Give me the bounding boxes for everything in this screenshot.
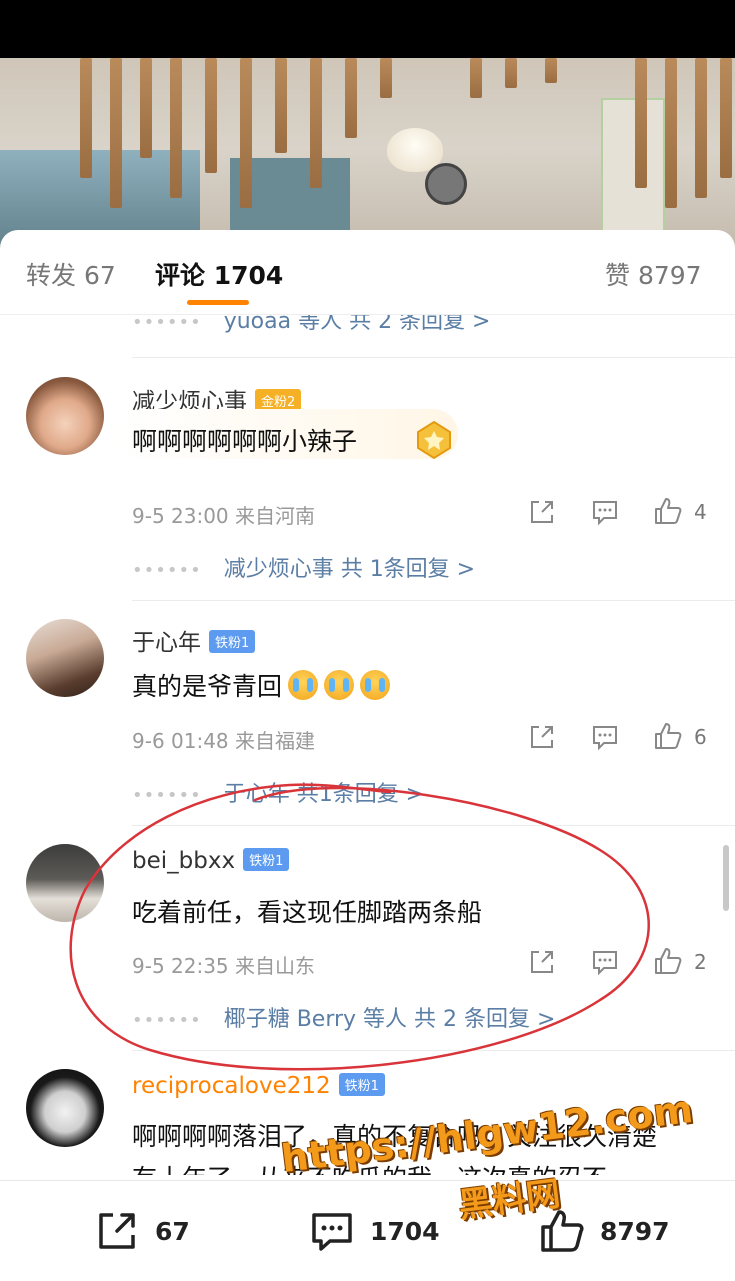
photo-slat [470, 58, 482, 98]
tab-comments[interactable]: 评论 1704 [155, 256, 283, 292]
repost-icon [99, 1213, 135, 1249]
dots-icon: •••••• [132, 1010, 202, 1031]
photo-shelf [601, 98, 665, 252]
like-count: 2 [694, 950, 707, 974]
comment-author[interactable]: 于心年 铁粉1 [132, 623, 256, 657]
crying-emoji-icon [288, 670, 319, 700]
comment-text: 真的是爷青回 [132, 667, 391, 703]
crying-emoji-icon [360, 670, 391, 700]
tab-bar: 转发 67 评论 1704 赞 8797 [0, 230, 735, 315]
like-count: 4 [694, 500, 707, 524]
photo-slat [80, 58, 92, 178]
comment-count: 1704 [370, 1216, 440, 1246]
comment-list: •••••• yuoaa 等人 共 2 条回复 > 减少烦心事 金粉2 啊啊啊啊啊啊… [0, 315, 735, 1175]
comment-meta: 9-5 23:00 来自河南 [132, 504, 316, 528]
divider [132, 825, 735, 826]
gold-medal-icon [417, 420, 451, 460]
comment-author[interactable]: reciprocalove212 铁粉1 [132, 1073, 385, 1099]
avatar[interactable] [26, 619, 104, 697]
reply-summary-link[interactable]: •••••• 椰子糖 Berry 等人 共 2 条回复 > [132, 1001, 555, 1033]
photo-slat [310, 58, 322, 188]
comment-text: 啊啊啊啊啊啊小辣子 [132, 427, 358, 456]
like-count-total: 8797 [600, 1216, 670, 1246]
scrollbar[interactable] [723, 845, 729, 911]
reply-summary-link[interactable]: •••••• yuoaa 等人 共 2 条回复 > [132, 315, 491, 335]
comment-author[interactable]: bei_bbxx 铁粉1 [132, 848, 290, 874]
photo-slat [380, 58, 392, 98]
status-bar [0, 0, 735, 58]
divider [132, 600, 735, 601]
photo-slat [170, 58, 182, 198]
like-icon[interactable] [653, 721, 683, 751]
comment-bubble-icon [312, 1213, 352, 1251]
photo-slat [345, 58, 357, 138]
fan-badge: 铁粉1 [338, 1073, 385, 1096]
share-icon[interactable] [527, 947, 557, 977]
active-tab-indicator [187, 300, 249, 305]
avatar[interactable] [26, 1069, 104, 1147]
comment-meta: 9-5 22:35 来自山东 [132, 954, 316, 978]
reply-summary-link[interactable]: •••••• 于心年 共1条回复 > [132, 776, 424, 808]
photo-slat [275, 58, 287, 153]
photo-slat [110, 58, 122, 208]
avatar[interactable] [26, 377, 104, 455]
comment-icon[interactable] [590, 497, 620, 527]
comment-icon[interactable] [590, 722, 620, 752]
dots-icon: •••••• [132, 315, 202, 333]
repost-count: 67 [155, 1216, 190, 1246]
fan-badge: 铁粉1 [243, 848, 290, 871]
photo-slat [545, 58, 557, 83]
photo-fan [425, 163, 467, 205]
reply-summary-link[interactable]: •••••• 减少烦心事 共 1条回复 > [132, 551, 475, 583]
crying-emoji-icon [324, 670, 355, 700]
divider [132, 357, 735, 358]
comment-meta: 9-6 01:48 来自福建 [132, 729, 316, 753]
comment-icon[interactable] [590, 947, 620, 977]
photo-slat [140, 58, 152, 158]
share-icon[interactable] [527, 497, 557, 527]
like-count: 6 [694, 725, 707, 749]
photo-slat [635, 58, 647, 188]
tab-likes[interactable]: 赞 8797 [605, 256, 702, 292]
post-photo [0, 58, 735, 258]
dots-icon: •••••• [132, 785, 202, 806]
photo-slat [205, 58, 217, 173]
photo-slat [240, 58, 252, 208]
like-icon[interactable] [653, 496, 683, 526]
photo-slat [665, 58, 677, 208]
like-icon[interactable] [653, 946, 683, 976]
comment-text: 吃着前任，看这现任脚踏两条船 [132, 898, 483, 927]
photo-slat [695, 58, 707, 198]
photo-slat [505, 58, 517, 88]
repost-button[interactable]: 67 [93, 1207, 190, 1255]
share-icon[interactable] [527, 722, 557, 752]
dots-icon: •••••• [132, 560, 202, 581]
tab-reposts[interactable]: 转发 67 [26, 256, 116, 292]
fan-badge: 铁粉1 [209, 630, 256, 653]
comment-button[interactable]: 1704 [308, 1207, 440, 1255]
avatar[interactable] [26, 844, 104, 922]
bottom-action-bar: 67 1704 8797 [0, 1180, 735, 1281]
photo-slat [720, 58, 732, 178]
divider [132, 1050, 735, 1051]
